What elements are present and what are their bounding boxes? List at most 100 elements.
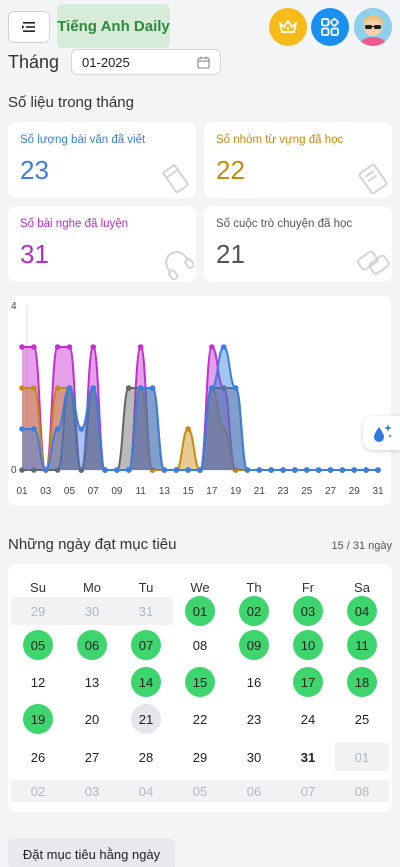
- x-tick-label: 19: [230, 486, 242, 497]
- calendar-day-cell[interactable]: 16: [227, 668, 281, 696]
- calendar-day-cell[interactable]: 31: [281, 743, 335, 771]
- theme-drops-button[interactable]: [363, 416, 400, 450]
- x-tick-label: 21: [254, 486, 266, 497]
- calendar-day-cell[interactable]: 25: [335, 705, 389, 733]
- calendar-day-cell[interactable]: 06: [65, 630, 119, 660]
- set-daily-goal-button[interactable]: Đặt mục tiêu hằng ngày: [8, 838, 175, 867]
- calendar-week-row: 02 03 04 05 06 07 08: [11, 780, 389, 802]
- x-tick-label: 17: [206, 486, 218, 497]
- series-3-point: [244, 467, 251, 473]
- calendar-day-cell[interactable]: 03: [281, 596, 335, 626]
- x-tick-label: 03: [40, 486, 52, 497]
- card-label: Số bài nghe đã luyện: [20, 218, 129, 230]
- calendar-day-number: 02: [30, 783, 46, 799]
- series-3-point: [220, 344, 227, 350]
- listening-card: Số bài nghe đã luyện 31: [8, 206, 196, 282]
- calendar-day-number: 05: [23, 630, 53, 660]
- calendar-day-cell[interactable]: 20: [65, 705, 119, 733]
- calendar-day-cell[interactable]: 26: [11, 743, 65, 771]
- x-tick-label: 27: [325, 486, 337, 497]
- calendar-day-cell[interactable]: 13: [65, 668, 119, 696]
- x-tick-label: 31: [372, 486, 384, 497]
- calendar-day-cell[interactable]: 03: [65, 780, 119, 802]
- series-3-point: [292, 467, 298, 473]
- series-0-point: [54, 344, 61, 350]
- calendar-day-cell[interactable]: 19: [11, 704, 65, 734]
- calendar-day-number: 01: [185, 596, 215, 626]
- user-avatar[interactable]: [354, 8, 392, 46]
- calendar-day-cell[interactable]: 23: [227, 705, 281, 733]
- calendar-day-number: 15: [185, 667, 215, 697]
- month-input[interactable]: 01-2025: [71, 49, 222, 75]
- calendar-day-cell[interactable]: 10: [281, 630, 335, 660]
- stats-title: Số liệu trong tháng: [8, 94, 134, 111]
- calendar-day-cell[interactable]: 04: [335, 596, 389, 626]
- calendar-day-cell[interactable]: 12: [11, 668, 65, 696]
- calendar-day-cell[interactable]: 15: [173, 667, 227, 697]
- series-3-point: [149, 385, 156, 391]
- calendar-day-cell[interactable]: 02: [227, 596, 281, 626]
- calendar-day-cell[interactable]: 24: [281, 705, 335, 733]
- calendar-day-cell[interactable]: 29: [11, 597, 65, 625]
- calendar-day-cell[interactable]: 30: [227, 743, 281, 771]
- calendar-week-row: 19 20 21 22 23 24 25: [11, 704, 389, 734]
- calendar-day-cell[interactable]: 29: [173, 743, 227, 771]
- calendar-day-cell[interactable]: 09: [227, 630, 281, 660]
- premium-button[interactable]: [269, 8, 307, 46]
- calendar-day-cell[interactable]: 11: [335, 630, 389, 660]
- x-tick-label: 11: [135, 486, 146, 497]
- series-3-point: [31, 426, 37, 432]
- calendar-day-cell[interactable]: 17: [281, 667, 335, 697]
- calendar-day-number: 04: [347, 596, 377, 626]
- calendar-day-number: 28: [138, 749, 154, 765]
- series-1-point: [185, 426, 191, 432]
- calendar-day-cell[interactable]: 05: [11, 630, 65, 660]
- menu-button[interactable]: [8, 11, 50, 43]
- x-tick-label: 07: [88, 486, 100, 497]
- calendar-day-cell[interactable]: 21: [119, 704, 173, 734]
- calendar-day-cell[interactable]: 05: [173, 780, 227, 802]
- x-tick-label: 15: [183, 486, 195, 497]
- calendar-day-number: 30: [246, 749, 262, 765]
- calendar-day-cell[interactable]: 08: [173, 631, 227, 659]
- series-3-point: [114, 467, 120, 473]
- series-1-point: [31, 385, 37, 391]
- calendar-day-cell[interactable]: 04: [119, 780, 173, 802]
- activity-chart: 0 4 01 03 05 07 09 11 13 15 17 19 21 23 25 27 29 31: [8, 296, 391, 506]
- app-logo[interactable]: Tiếng Anh Daily: [57, 4, 170, 48]
- series-3-point: [375, 467, 381, 473]
- calendar-day-cell[interactable]: 27: [65, 743, 119, 771]
- chart-svg: 0 4 01 03 05 07 09 11 13 15 17 19 21 23 25 27 29 31: [11, 301, 384, 497]
- calendar-day-cell[interactable]: 02: [11, 780, 65, 802]
- calendar-day-cell[interactable]: 01: [335, 743, 389, 771]
- calendar-icon: [197, 56, 210, 69]
- calendar-day-cell[interactable]: 07: [281, 780, 335, 802]
- calendar-day-cell[interactable]: 18: [335, 667, 389, 697]
- calendar-day-number: 29: [192, 749, 208, 765]
- calendar-day-cell[interactable]: 30: [65, 597, 119, 625]
- apps-grid-icon: [321, 18, 339, 36]
- series-3-point: [280, 467, 286, 473]
- calendar-day-cell[interactable]: 28: [119, 743, 173, 771]
- series-0-point: [209, 344, 215, 350]
- calendar-day-number: 31: [300, 749, 316, 765]
- vocab-group-card: Số nhóm từ vựng đã học 22: [204, 122, 392, 198]
- calendar-day-number: 03: [293, 596, 323, 626]
- x-tick-label: 25: [301, 486, 313, 497]
- series-3-point: [256, 467, 263, 473]
- calendar-day-cell[interactable]: 31: [119, 597, 173, 625]
- calendar-day-cell[interactable]: 01: [173, 596, 227, 626]
- calendar-day-number: 07: [300, 783, 316, 799]
- menu-icon: [22, 22, 35, 32]
- calendar-day-cell[interactable]: 22: [173, 705, 227, 733]
- water-drop-icon: [373, 424, 392, 442]
- series-3-point: [161, 467, 168, 473]
- calendar-day-cell[interactable]: 08: [335, 780, 389, 802]
- calendar-day-number: 17: [293, 667, 323, 697]
- calendar-day-cell[interactable]: 07: [119, 630, 173, 660]
- calendar-day-cell[interactable]: 14: [119, 667, 173, 697]
- calendar-day-number: 25: [354, 711, 370, 727]
- apps-button[interactable]: [311, 8, 349, 46]
- calendar-day-cell[interactable]: 06: [227, 780, 281, 802]
- calendar-day-number: 29: [30, 603, 46, 619]
